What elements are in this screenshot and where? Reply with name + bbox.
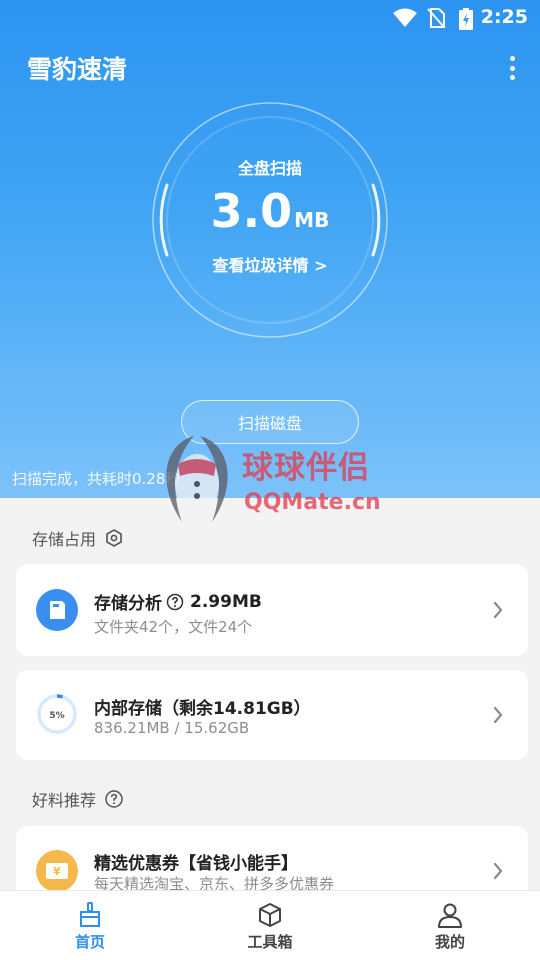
nav-home[interactable]: 首页 <box>0 891 180 960</box>
storage-section-title: 存储占用 <box>32 526 124 550</box>
wifi-icon <box>393 8 417 27</box>
chevron-right-icon <box>493 601 503 619</box>
watermark-text-cn: 球球伴侣 <box>242 450 370 486</box>
scan-label: 全盘扫描 <box>237 159 302 178</box>
watermark: 球球伴侣 QQMate.cn <box>150 432 400 527</box>
box-icon <box>259 903 281 927</box>
recommend-section-label: 好料推荐 <box>32 791 97 810</box>
recommend-section-title: 好料推荐 <box>32 787 124 811</box>
junk-size: 3.0 MB <box>0 184 540 238</box>
internal-storage-subtitle: 836.21MB / 15.62GB <box>94 719 250 737</box>
clock: 2:25 <box>480 6 528 28</box>
nav-profile[interactable]: 我的 <box>360 891 540 960</box>
storage-analysis-subtitle: 文件夹42个，文件24个 <box>94 618 253 636</box>
broom-icon <box>80 902 100 927</box>
hexagon-settings-icon[interactable] <box>104 528 124 548</box>
storage-usage-ring: 5% <box>36 693 78 735</box>
coupon-title: 精选优惠券【省钱小能手】 <box>94 854 298 874</box>
chevron-right-icon <box>493 706 503 724</box>
more-options-icon[interactable] <box>504 56 520 80</box>
junk-size-unit: MB <box>294 208 330 232</box>
bottom-navigation: 首页 工具箱 我的 <box>0 890 540 960</box>
storage-percent-label: 5% <box>49 711 64 721</box>
nav-home-label: 首页 <box>74 933 105 951</box>
internal-storage-card[interactable]: 5% 内部存储（剩余14.81GB） 836.21MB / 15.62GB <box>16 670 528 760</box>
help-icon[interactable] <box>166 593 184 611</box>
watermark-text-en: QQMate.cn <box>244 490 381 515</box>
storage-analysis-label: 存储分析 <box>94 594 162 614</box>
help-icon[interactable] <box>104 789 124 809</box>
nav-toolbox[interactable]: 工具箱 <box>180 891 360 960</box>
storage-analysis-title: 存储分析 2.99MB <box>94 589 262 615</box>
storage-analysis-icon <box>36 589 78 631</box>
battery-charging-icon <box>459 8 473 30</box>
coupon-icon: ¥ <box>36 850 78 892</box>
storage-section-label: 存储占用 <box>32 530 97 549</box>
nav-toolbox-label: 工具箱 <box>247 933 293 951</box>
status-bar: 2:25 <box>0 0 540 36</box>
coupon-icon-glyph: ¥ <box>53 865 61 878</box>
junk-details-link[interactable]: 查看垃圾详情 > <box>0 252 540 276</box>
storage-analysis-size: 2.99MB <box>190 591 262 612</box>
junk-size-value: 3.0 <box>210 184 293 238</box>
no-sim-icon <box>427 8 445 28</box>
user-icon <box>438 903 462 928</box>
storage-analysis-card[interactable]: 存储分析 2.99MB 文件夹42个，文件24个 <box>16 564 528 656</box>
chevron-right-icon <box>493 862 503 880</box>
nav-profile-label: 我的 <box>434 933 465 951</box>
app-title: 雪豹速清 <box>27 55 128 84</box>
watermark-logo <box>166 436 228 522</box>
internal-storage-title: 内部存储（剩余14.81GB） <box>94 699 311 719</box>
